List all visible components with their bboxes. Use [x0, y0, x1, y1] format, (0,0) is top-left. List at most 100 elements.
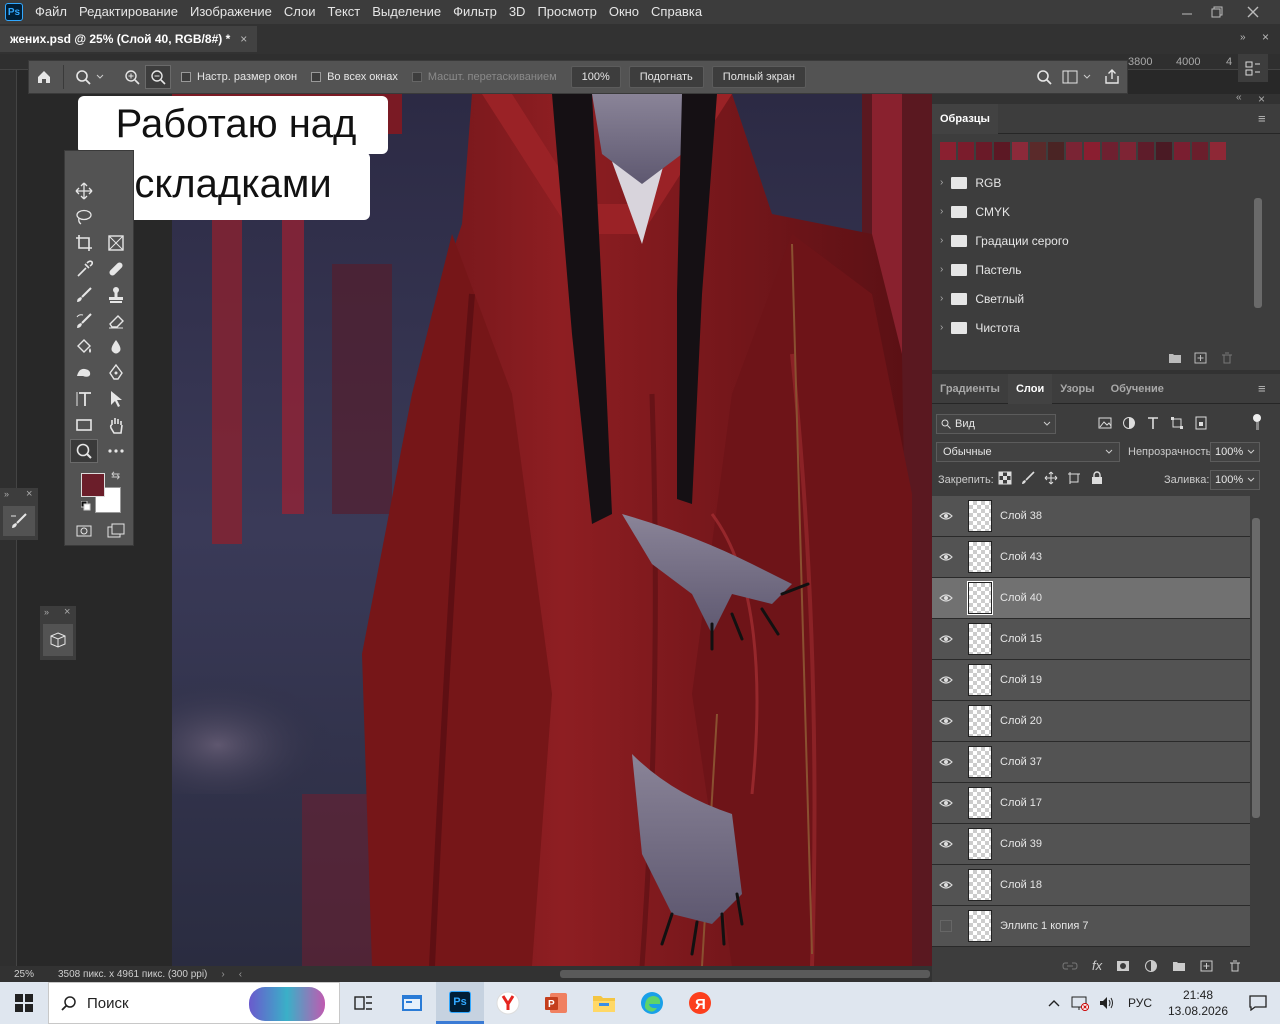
fill-screen-button[interactable]: Полный экран [711, 66, 806, 88]
color-swatch[interactable] [1120, 142, 1136, 160]
collapse-panels-icon[interactable]: « [1236, 92, 1242, 103]
blend-mode-select[interactable]: Обычные [936, 442, 1120, 462]
layer-row[interactable]: Слой 37 [932, 742, 1250, 783]
properties-panel-button[interactable] [1238, 54, 1268, 82]
healing-brush-tool[interactable] [102, 257, 130, 281]
move-tool[interactable] [70, 179, 98, 203]
color-swatch[interactable] [1102, 142, 1118, 160]
layer-row[interactable]: Эллипс 1 копия 7 [932, 906, 1250, 947]
show-hidden-icons-button[interactable] [1042, 982, 1066, 1024]
opacity-field[interactable]: 100% [1210, 442, 1260, 462]
color-swatch[interactable] [958, 142, 974, 160]
menu-image[interactable]: Изображение [184, 0, 278, 24]
brush-settings-button[interactable] [3, 506, 35, 536]
visibility-toggle[interactable] [932, 634, 960, 644]
taskbar-app-photoshop[interactable]: Ps [436, 982, 484, 1024]
visibility-toggle[interactable] [932, 920, 960, 932]
menu-window[interactable]: Окно [603, 0, 645, 24]
taskbar-app-yandex-browser[interactable] [484, 982, 532, 1024]
menu-filter[interactable]: Фильтр [447, 0, 503, 24]
color-swatch[interactable] [1066, 142, 1082, 160]
lock-position-icon[interactable] [1044, 471, 1058, 485]
shape-filter-icon[interactable] [1170, 416, 1184, 430]
new-group-icon[interactable] [1168, 352, 1182, 364]
add-mask-icon[interactable] [1116, 960, 1130, 972]
close-icon[interactable]: × [26, 488, 32, 500]
zoom-tool[interactable] [70, 439, 98, 463]
lock-all-icon[interactable] [1090, 471, 1104, 485]
image-filter-icon[interactable] [1098, 416, 1112, 430]
visibility-toggle[interactable] [932, 880, 960, 890]
fx-icon[interactable]: fx [1092, 958, 1102, 973]
menu-file[interactable]: Файл [29, 0, 73, 24]
swatch-group[interactable]: › Пастель [932, 255, 1254, 284]
lock-transparency-icon[interactable] [998, 471, 1012, 485]
color-swatch[interactable] [1138, 142, 1154, 160]
quick-mask-button[interactable] [70, 519, 98, 543]
color-swatch[interactable] [1030, 142, 1046, 160]
history-brush-tool[interactable] [70, 309, 98, 333]
color-swatch[interactable] [994, 142, 1010, 160]
horizontal-scrollbar[interactable] [560, 970, 930, 978]
layer-row[interactable]: Слой 20 [932, 701, 1250, 742]
chevron-right-icon[interactable]: › [207, 969, 224, 980]
panel-collapse-icon[interactable]: » [1240, 32, 1246, 43]
fit-screen-button[interactable]: Подогнать [628, 66, 704, 88]
expand-icon[interactable]: » [4, 489, 9, 499]
visibility-toggle[interactable] [932, 757, 960, 767]
adjustment-filter-icon[interactable] [1122, 416, 1136, 430]
swatch-group[interactable]: › Чистота [932, 313, 1254, 342]
layers-scrollbar[interactable] [1252, 498, 1262, 950]
menu-select[interactable]: Выделение [366, 0, 447, 24]
visibility-toggle[interactable] [932, 511, 960, 521]
lasso-tool[interactable] [70, 205, 98, 229]
layer-row[interactable]: Слой 18 [932, 865, 1250, 906]
network-status-button[interactable] [1066, 982, 1094, 1024]
zoom-level[interactable]: 25% [0, 969, 50, 980]
document-canvas[interactable] [172, 94, 932, 966]
tab-layers[interactable]: Слои [1007, 373, 1053, 404]
color-swatch[interactable] [1192, 142, 1208, 160]
type-tool[interactable] [70, 387, 98, 411]
panel-close-icon[interactable]: × [1262, 30, 1269, 44]
hand-tool[interactable] [102, 413, 130, 437]
menu-text[interactable]: Текст [322, 0, 367, 24]
close-tab-icon[interactable]: × [240, 32, 247, 46]
menu-view[interactable]: Просмотр [531, 0, 602, 24]
rectangle-tool[interactable] [70, 413, 98, 437]
pen-tool[interactable] [102, 361, 130, 385]
color-swatch[interactable] [1084, 142, 1100, 160]
visibility-toggle[interactable] [932, 593, 960, 603]
share-button[interactable] [1097, 69, 1127, 85]
tab-swatches[interactable]: Образцы [932, 103, 998, 134]
lock-pixels-icon[interactable] [1021, 471, 1035, 485]
layer-row[interactable]: Слой 40 [932, 578, 1250, 619]
zoom-value-field[interactable]: 100% [570, 66, 621, 88]
new-layer-icon[interactable] [1200, 960, 1214, 972]
taskbar-app-powerpoint[interactable]: P [532, 982, 580, 1024]
eyedropper-tool[interactable] [70, 257, 98, 281]
zoom-tool-preset[interactable] [75, 69, 105, 85]
more-tools-button[interactable] [102, 439, 130, 463]
color-swatch[interactable] [1156, 142, 1172, 160]
panel-menu-icon[interactable]: ≡ [1258, 381, 1280, 396]
search-button[interactable] [1031, 69, 1057, 85]
layer-row[interactable]: Слой 39 [932, 824, 1250, 865]
volume-button[interactable] [1094, 982, 1120, 1024]
tab-gradients[interactable]: Градиенты [932, 374, 1008, 404]
blur-tool[interactable] [102, 335, 130, 359]
lock-artboard-icon[interactable] [1067, 471, 1081, 485]
visibility-toggle[interactable] [932, 552, 960, 562]
taskbar-search-box[interactable]: Поиск [48, 982, 340, 1024]
all-windows-checkbox[interactable]: Во всех окнах [311, 71, 398, 83]
brush-tool[interactable] [70, 283, 98, 307]
foreground-color-swatch[interactable] [81, 473, 105, 497]
clone-stamp-tool[interactable] [102, 283, 130, 307]
visibility-toggle[interactable] [932, 839, 960, 849]
color-swatch[interactable] [1210, 142, 1226, 160]
eraser-tool[interactable] [102, 309, 130, 333]
layer-row[interactable]: Слой 19 [932, 660, 1250, 701]
swatch-group[interactable]: › CMYK [932, 197, 1254, 226]
taskbar-app-explorer-window[interactable] [388, 982, 436, 1024]
swatches-scrollbar[interactable] [1254, 188, 1262, 338]
